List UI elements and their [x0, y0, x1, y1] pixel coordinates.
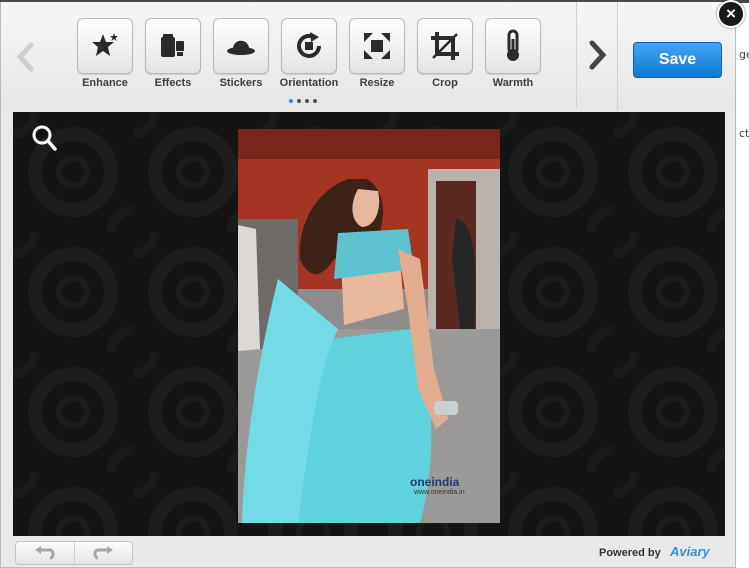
- photo-image: [238, 129, 500, 523]
- page-indicator: [289, 99, 317, 103]
- undo-button[interactable]: [16, 542, 74, 564]
- tool-label: Orientation: [279, 77, 339, 89]
- aviary-logo[interactable]: Aviary: [670, 544, 710, 559]
- edited-photo[interactable]: oneindia www.oneindia.in: [238, 129, 500, 523]
- redo-arrow-icon: [93, 546, 114, 560]
- zoom-button[interactable]: [31, 124, 57, 157]
- photo-watermark-url: www.oneindia.in: [414, 489, 465, 496]
- photo-editor-dialog: Enhance Effects Stickers Orientation Res…: [0, 2, 736, 568]
- crop-icon: [431, 32, 459, 60]
- page-edge-text: ge: [739, 48, 749, 61]
- editor-toolbar: Enhance Effects Stickers Orientation Res…: [1, 2, 735, 110]
- photo-watermark-brand: oneindia: [410, 475, 460, 489]
- film-effects-icon: [161, 34, 184, 57]
- undo-redo-group: [15, 541, 133, 565]
- close-button[interactable]: ×: [717, 0, 745, 28]
- toolbar-divider: [617, 2, 618, 110]
- tool-resize[interactable]: Resize: [343, 18, 411, 89]
- tool-enhance[interactable]: Enhance: [71, 18, 139, 89]
- tool-label: Crop: [432, 77, 458, 89]
- orientation-button[interactable]: [281, 18, 337, 74]
- resize-arrows-icon: [364, 33, 390, 59]
- tool-label: Resize: [359, 77, 395, 89]
- bowler-hat-icon: [227, 40, 255, 55]
- page-dot[interactable]: [313, 99, 317, 103]
- tool-label: Warmth: [492, 77, 534, 89]
- editor-footer: Powered by Aviary: [1, 538, 735, 568]
- page-edge-text: ct: [739, 127, 749, 140]
- effects-button[interactable]: [145, 18, 201, 74]
- thermometer-icon: [507, 29, 519, 61]
- scroll-tools-right-button[interactable]: [576, 2, 618, 108]
- page-dot[interactable]: [297, 99, 301, 103]
- page-dot[interactable]: [305, 99, 309, 103]
- tool-label: Effects: [154, 77, 192, 89]
- crop-button[interactable]: [417, 18, 473, 74]
- tool-orientation[interactable]: Orientation: [275, 18, 343, 89]
- warmth-button[interactable]: [485, 18, 541, 74]
- magic-stars-icon: [92, 33, 118, 56]
- scroll-tools-left-button[interactable]: [9, 12, 43, 102]
- chevron-left-icon: [16, 42, 34, 72]
- undo-arrow-icon: [34, 546, 55, 560]
- resize-button[interactable]: [349, 18, 405, 74]
- page-dot-active[interactable]: [289, 99, 293, 103]
- tool-effects[interactable]: Effects: [139, 18, 207, 89]
- tool-crop[interactable]: Crop: [411, 18, 479, 89]
- tool-warmth[interactable]: Warmth: [479, 18, 547, 89]
- chevron-right-icon: [589, 40, 607, 70]
- enhance-button[interactable]: [77, 18, 133, 74]
- redo-button[interactable]: [73, 542, 133, 564]
- tool-label: Stickers: [219, 77, 263, 89]
- magnifier-icon: [32, 125, 57, 151]
- powered-by-label: Powered by: [599, 547, 661, 559]
- rotate-icon: [297, 32, 321, 58]
- image-canvas[interactable]: oneindia www.oneindia.in: [13, 112, 725, 536]
- stickers-button[interactable]: [213, 18, 269, 74]
- save-button[interactable]: Save: [633, 42, 722, 78]
- tool-stickers[interactable]: Stickers: [207, 18, 275, 89]
- tool-label: Enhance: [82, 77, 128, 89]
